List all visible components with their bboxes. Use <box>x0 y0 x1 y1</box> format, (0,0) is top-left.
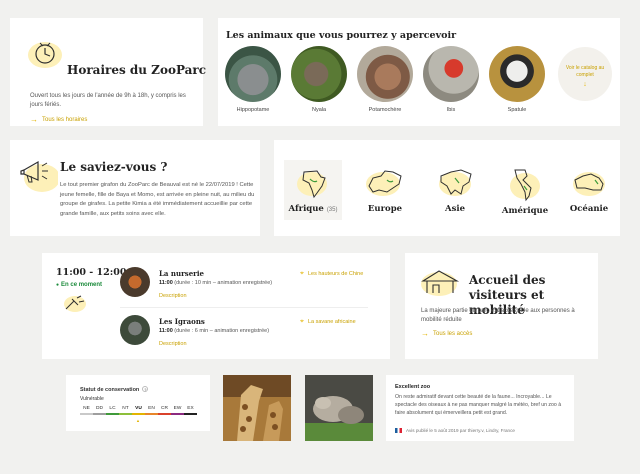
review-card: Excellent zoo On reste admiratif devant … <box>386 375 574 441</box>
continent-count: (35) <box>326 207 338 213</box>
status-lc: LC <box>106 406 119 415</box>
continent-europe[interactable]: Europe <box>356 160 414 220</box>
continent-label: Europe <box>367 204 403 214</box>
animal-name: Nyala <box>311 107 327 113</box>
continent-label: Amérique <box>501 206 549 216</box>
event-title: La nurserie <box>159 269 204 278</box>
welcome-card: Accueil des visiteurs et mobilité La maj… <box>405 253 598 359</box>
ibis-photo <box>423 46 479 102</box>
see-all-label: Voir le catalog au complet <box>565 65 605 78</box>
event-title: Les Igraons <box>159 317 205 326</box>
arrow-right-icon: → <box>30 115 38 124</box>
oceania-map-icon <box>573 172 605 196</box>
clock-icon <box>28 42 62 68</box>
animal-name: Spatule <box>507 107 527 113</box>
continent-oceanie[interactable]: Océanie <box>560 160 618 220</box>
continent-amerique[interactable]: Amérique <box>496 160 554 220</box>
status-cr: CR <box>158 406 171 415</box>
map-pin-icon: ⌖ <box>300 270 304 277</box>
event-duration: 11:00 (durée : 6 min – animation enregis… <box>159 328 270 334</box>
status-en: EN <box>145 406 158 415</box>
nyala-photo <box>291 46 347 102</box>
did-you-know-text: Le tout premier girafon du ZooParc de Be… <box>60 182 255 217</box>
arrow-down-icon: ↓ <box>583 81 587 88</box>
event-duration: 11:00 (durée : 10 min – animation enregi… <box>159 280 273 286</box>
conservation-scale: NE DD LC NT VU EN CR EW EX <box>80 406 197 415</box>
review-title: Excellent zoo <box>395 384 431 390</box>
animals-card: Les animaux que vous pourrez y apercevoi… <box>218 18 620 126</box>
event-photo <box>120 267 150 297</box>
america-map-icon <box>510 169 540 202</box>
animal-name: Potamochère <box>368 107 402 113</box>
conservation-title: Statut de conservation? <box>80 386 149 393</box>
hut-icon <box>421 270 460 296</box>
see-all-catalog-button[interactable]: Voir le catalog au complet ↓ <box>558 47 612 101</box>
continents-card: Afrique (35) Europe Asie Amérique Océani… <box>274 140 620 236</box>
flag-icon <box>395 428 402 434</box>
europe-map-icon <box>366 170 402 196</box>
hours-text: Ouvert tous les jours de l'année de 9h à… <box>30 93 186 108</box>
hours-title: Horaires du ZooParc <box>67 63 207 77</box>
event-igraons[interactable]: Les Igraons 11:00 (durée : 6 min – anima… <box>120 315 380 361</box>
status-dd: DD <box>93 406 106 415</box>
all-hours-link[interactable]: → Tous les horaires <box>30 115 87 124</box>
animal-item-nyala[interactable]: Nyala <box>290 46 348 113</box>
review-text: On reste admiratif devant cette beauté d… <box>395 394 562 416</box>
animal-item-hippopotame[interactable]: Hippopotame <box>224 46 282 113</box>
event-description-link[interactable]: Description <box>159 341 187 347</box>
africa-map-icon <box>297 170 327 199</box>
asia-map-icon <box>439 169 472 196</box>
info-icon[interactable]: ? <box>142 386 149 392</box>
time-range: 11:00 - 12:00 <box>56 267 127 278</box>
status-ne: NE <box>80 406 93 415</box>
rodents-photo[interactable] <box>305 375 373 441</box>
spatule-photo <box>489 46 545 102</box>
status-ex: EX <box>184 406 197 415</box>
all-access-label: Tous les accès <box>433 330 473 337</box>
map-pin-icon: ⌖ <box>300 318 304 325</box>
all-access-link[interactable]: → Tous les accès <box>421 329 472 338</box>
continent-label: Océanie <box>569 204 609 214</box>
continent-afrique[interactable]: Afrique (35) <box>284 160 342 220</box>
animals-title: Les animaux que vous pourrez y apercevoi… <box>226 30 457 41</box>
conservation-card: Statut de conservation? Vulnérable NE DD L… <box>66 375 210 431</box>
continent-label: Afrique <box>288 204 324 214</box>
audio-guide-icon <box>64 295 86 312</box>
did-you-know-card: Le saviez-vous ? Le tout premier girafon… <box>10 140 260 236</box>
event-location[interactable]: ⌖ Les hauteurs de Chine <box>300 270 363 278</box>
schedule-card: 11:00 - 12:00 En ce moment La nurserie 1… <box>42 253 390 359</box>
animal-name: Hippopotame <box>236 107 270 113</box>
current-status-marker: ▲ <box>136 418 140 423</box>
animal-name: Ibis <box>446 107 456 113</box>
megaphone-icon <box>20 160 58 192</box>
arrow-right-icon: → <box>421 329 429 338</box>
giraffe-photo[interactable] <box>223 375 291 441</box>
animal-item-potamochere[interactable]: Potamochère <box>356 46 414 113</box>
all-hours-label: Tous les horaires <box>42 116 88 123</box>
now-badge: En ce moment <box>56 282 102 288</box>
divider <box>120 307 368 308</box>
hours-card: Horaires du ZooParc Ouvert tous les jour… <box>10 18 207 126</box>
event-photo <box>120 315 150 345</box>
animal-item-ibis[interactable]: Ibis <box>422 46 480 113</box>
review-meta: Avis publié le 5 août 2019 par thierry.v… <box>395 428 515 434</box>
continent-asie[interactable]: Asie <box>426 160 484 220</box>
event-location[interactable]: ⌖ La savane africaine <box>300 318 356 326</box>
animal-item-spatule[interactable]: Spatule <box>488 46 546 113</box>
status-vu: VU <box>132 406 145 415</box>
welcome-text: La majeure partie du parc est accessible… <box>421 308 575 323</box>
continent-label: Asie <box>444 204 466 214</box>
status-nt: NT <box>119 406 132 415</box>
event-description-link[interactable]: Description <box>159 293 187 299</box>
hippo-photo <box>225 46 281 102</box>
conservation-current: Vulnérable <box>80 396 104 402</box>
status-ew: EW <box>171 406 184 415</box>
potamochere-photo <box>357 46 413 102</box>
did-you-know-title: Le saviez-vous ? <box>60 160 168 174</box>
